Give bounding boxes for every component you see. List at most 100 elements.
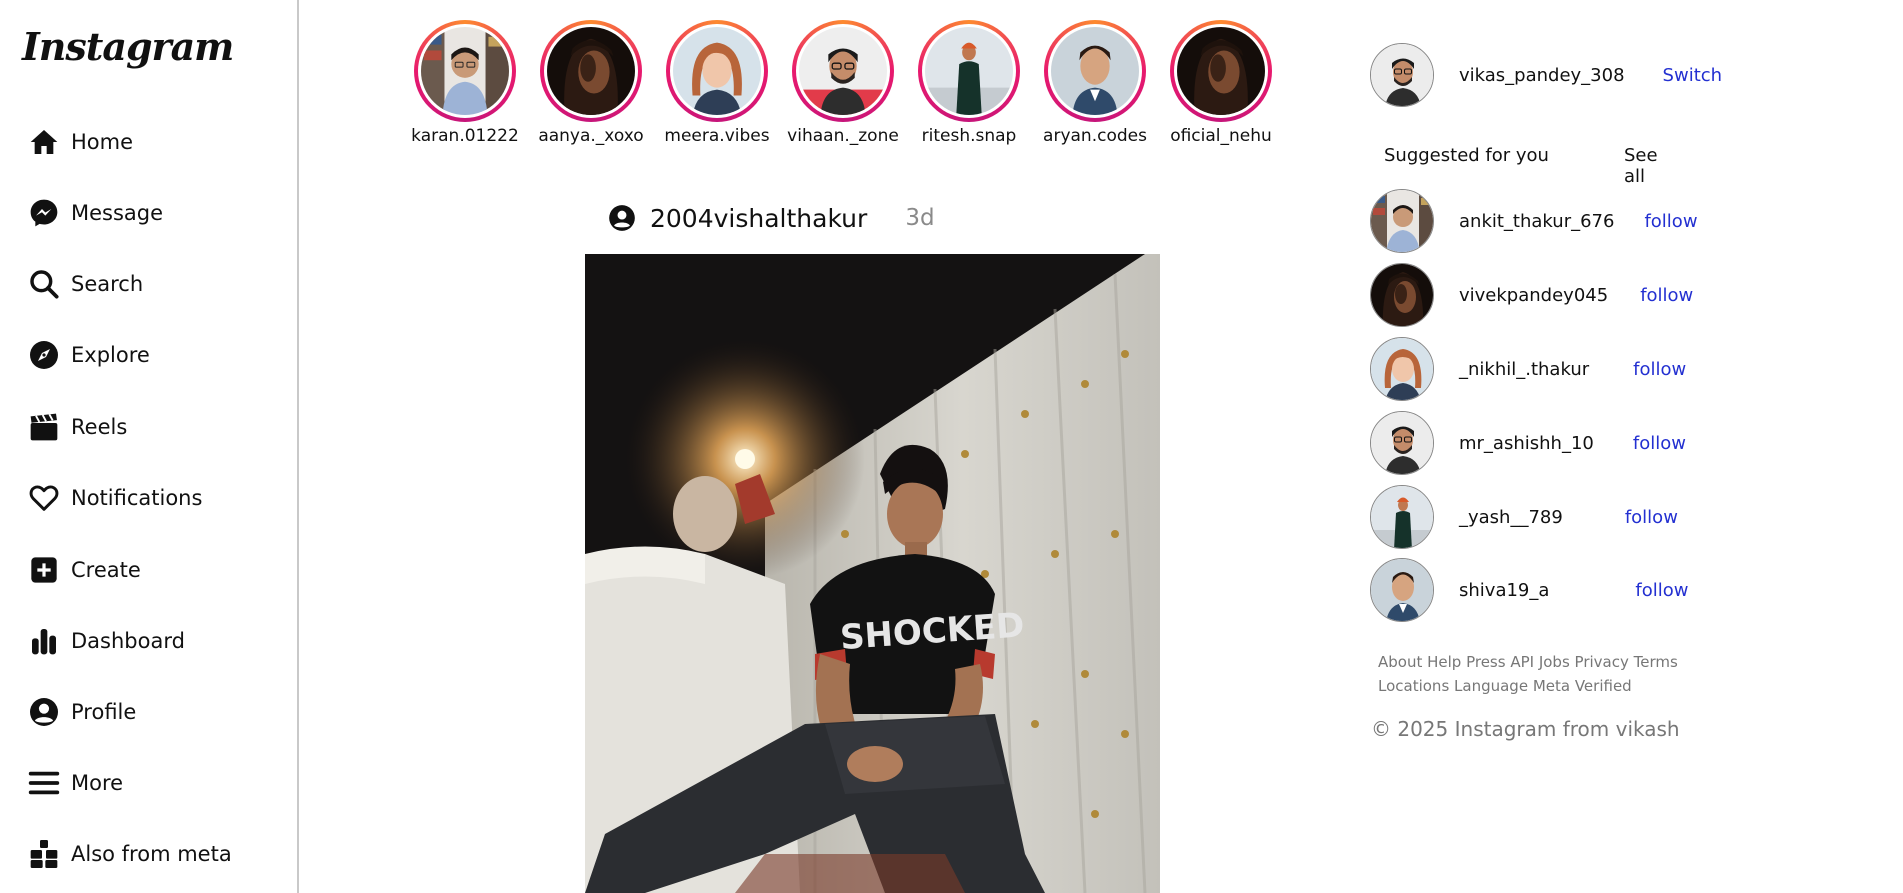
story-ring: [792, 20, 894, 122]
avatar[interactable]: [1370, 558, 1434, 622]
switch-account-link[interactable]: Switch: [1663, 65, 1723, 86]
suggestion-row: mr_ashishh_10 follow: [1370, 410, 1686, 476]
story-username: ritesh.snap: [921, 126, 1017, 146]
post-timestamp: 3d: [905, 205, 935, 231]
sidebar-item-message[interactable]: Message: [27, 193, 163, 233]
sidebar-item-label: Notifications: [71, 486, 203, 510]
footer-links-line-2[interactable]: Locations Language Meta Verified: [1378, 674, 1708, 698]
sidebar-item-dashboard[interactable]: Dashboard: [27, 621, 185, 661]
avatar[interactable]: [1370, 485, 1434, 549]
follow-button[interactable]: follow: [1633, 359, 1686, 380]
sidebar-item-label: Search: [71, 272, 144, 296]
story-ring: [1044, 20, 1146, 122]
user-circle-icon[interactable]: [608, 204, 636, 232]
sidebar-item-notifications[interactable]: Notifications: [27, 478, 202, 518]
story-item[interactable]: aryan.codes: [1035, 20, 1155, 146]
suggestions-header: Suggested for you See all: [1384, 145, 1684, 187]
stories-bar: karan.01222 aanya._xoxo meera.vibes viha…: [405, 20, 1275, 150]
messenger-icon: [27, 196, 61, 230]
sidebar-item-label: Reels: [71, 415, 128, 439]
story-item[interactable]: vihaan._zone: [783, 20, 903, 146]
sidebar-item-label: More: [71, 771, 124, 795]
story-avatar: [1177, 27, 1265, 115]
sidebar-item-explore[interactable]: Explore: [27, 335, 150, 375]
story-avatar: [1051, 27, 1139, 115]
copyright-text: © 2025 Instagram from vikash: [1371, 717, 1680, 741]
sidebar-item-label: Explore: [71, 343, 150, 367]
suggestion-row: vivekpandey045 follow: [1370, 262, 1693, 328]
suggestion-username[interactable]: _yash__789: [1459, 507, 1563, 528]
post-image[interactable]: SHOCKED: [585, 254, 1160, 893]
story-item[interactable]: oficial_nehu: [1161, 20, 1281, 146]
footer-links-line-1[interactable]: About Help Press API Jobs Privacy Terms: [1378, 650, 1708, 674]
sidebar-item-label: Home: [71, 130, 134, 154]
search-icon: [27, 267, 61, 301]
current-user-row: vikas_pandey_308 Switch: [1370, 42, 1770, 108]
follow-button[interactable]: follow: [1625, 507, 1678, 528]
story-username: vihaan._zone: [787, 126, 899, 146]
post-username[interactable]: 2004vishalthakur: [650, 204, 867, 233]
avatar[interactable]: [1370, 263, 1434, 327]
instagram-logo[interactable]: Instagram: [22, 24, 234, 69]
avatar[interactable]: [1370, 189, 1434, 253]
user-circle-icon: [27, 695, 61, 729]
avatar[interactable]: [1370, 411, 1434, 475]
story-ring: [540, 20, 642, 122]
story-avatar: [925, 27, 1013, 115]
story-avatar: [421, 27, 509, 115]
suggestions-title: Suggested for you: [1384, 145, 1549, 166]
sidebar-item-label: Profile: [71, 700, 137, 724]
story-username: aanya._xoxo: [538, 126, 644, 146]
follow-button[interactable]: follow: [1635, 580, 1688, 601]
suggestion-username[interactable]: mr_ashishh_10: [1459, 433, 1594, 454]
blocks-icon: [27, 837, 61, 871]
sidebar-item-create[interactable]: Create: [27, 550, 141, 590]
story-item[interactable]: ritesh.snap: [909, 20, 1029, 146]
sidebar: Instagram Home Message Search Explore Re…: [0, 0, 299, 893]
sidebar-item-label: Dashboard: [71, 629, 185, 653]
suggestion-username[interactable]: shiva19_a: [1459, 580, 1549, 601]
story-avatar: [547, 27, 635, 115]
story-ring: [1170, 20, 1272, 122]
story-username: oficial_nehu: [1170, 126, 1272, 146]
post-header: 2004vishalthakur 3d: [608, 200, 935, 236]
story-ring: [918, 20, 1020, 122]
sidebar-item-also-from-meta[interactable]: Also from meta: [27, 834, 232, 874]
story-avatar: [673, 27, 761, 115]
sidebar-item-profile[interactable]: Profile: [27, 692, 136, 732]
story-item[interactable]: aanya._xoxo: [531, 20, 651, 146]
sidebar-item-label: Message: [71, 201, 164, 225]
follow-button[interactable]: follow: [1644, 211, 1697, 232]
story-item[interactable]: karan.01222: [405, 20, 525, 146]
see-all-link[interactable]: See all: [1624, 145, 1684, 187]
sidebar-item-home[interactable]: Home: [27, 122, 133, 162]
home-icon: [27, 125, 61, 159]
story-ring: [666, 20, 768, 122]
heart-icon: [27, 481, 61, 515]
story-item[interactable]: meera.vibes: [657, 20, 777, 146]
suggestion-username[interactable]: _nikhil_.thakur: [1459, 359, 1589, 380]
plus-square-icon: [27, 553, 61, 587]
current-username[interactable]: vikas_pandey_308: [1459, 65, 1625, 86]
clapperboard-icon: [27, 410, 61, 444]
suggestion-username[interactable]: ankit_thakur_676: [1459, 211, 1614, 232]
follow-button[interactable]: follow: [1633, 433, 1686, 454]
suggestion-row: _yash__789 follow: [1370, 484, 1678, 550]
menu-icon: [27, 766, 61, 800]
suggestion-row: ankit_thakur_676 follow: [1370, 188, 1698, 254]
suggestion-username[interactable]: vivekpandey045: [1459, 285, 1608, 306]
bar-chart-icon: [27, 624, 61, 658]
sidebar-item-reels[interactable]: Reels: [27, 407, 127, 447]
suggestion-row: _nikhil_.thakur follow: [1370, 336, 1686, 402]
suggestion-row: shiva19_a follow: [1370, 557, 1689, 623]
footer-links: About Help Press API Jobs Privacy Terms …: [1378, 650, 1708, 698]
sidebar-item-more[interactable]: More: [27, 763, 123, 803]
avatar[interactable]: [1370, 43, 1434, 107]
sidebar-item-search[interactable]: Search: [27, 264, 143, 304]
story-username: karan.01222: [411, 126, 519, 146]
story-username: aryan.codes: [1043, 126, 1147, 146]
compass-icon: [27, 338, 61, 372]
avatar[interactable]: [1370, 337, 1434, 401]
story-avatar: [799, 27, 887, 115]
follow-button[interactable]: follow: [1640, 285, 1693, 306]
